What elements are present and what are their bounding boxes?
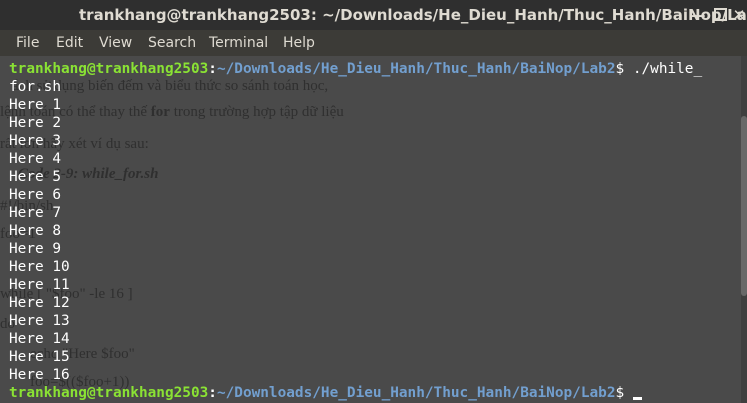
terminal-window: trankhang@trankhang2503: ~/Downloads/He_… <box>0 0 747 403</box>
menu-bar: File Edit View Search Terminal Help <box>0 30 747 56</box>
output-line: Here 15 <box>9 349 70 365</box>
prompt-line[interactable]: trankhang@trankhang2503:~/Downloads/He_D… <box>9 384 642 402</box>
close-icon: ✕ <box>732 6 746 24</box>
command-continuation: for.sh <box>9 79 61 95</box>
scrollbar[interactable] <box>741 56 747 403</box>
output-line: Here 2 <box>9 115 61 131</box>
output-line: Here 14 <box>9 331 70 347</box>
background-document: ách sử dụng biến đếm và biểu thức so sán… <box>0 56 747 403</box>
menu-file[interactable]: File <box>16 35 39 51</box>
title-bar[interactable]: trankhang@trankhang2503: ~/Downloads/He_… <box>0 0 747 30</box>
output-line: Here 16 <box>9 367 70 383</box>
menu-view[interactable]: View <box>99 35 132 51</box>
window-title: trankhang@trankhang2503: ~/Downloads/He_… <box>79 6 747 24</box>
menu-edit[interactable]: Edit <box>56 35 83 51</box>
output-line: Here 4 <box>9 151 61 167</box>
output-line: Here 10 <box>9 259 70 275</box>
output-line: Here 7 <box>9 205 61 221</box>
text-cursor <box>632 397 642 400</box>
output-line: Here 12 <box>9 295 70 311</box>
prompt-line: trankhang@trankhang2503:~/Downloads/He_D… <box>9 61 703 77</box>
output-line: Here 13 <box>9 313 70 329</box>
terminal-area[interactable]: ách sử dụng biến đếm và biểu thức so sán… <box>0 56 747 403</box>
output-line: Here 8 <box>9 223 61 239</box>
maximize-button[interactable] <box>710 5 730 25</box>
menu-terminal[interactable]: Terminal <box>209 35 268 51</box>
output-line: Here 9 <box>9 241 61 257</box>
maximize-icon <box>713 7 727 21</box>
scrollbar-thumb[interactable] <box>741 116 747 296</box>
output-line: Here 5 <box>9 169 61 185</box>
output-line: Here 3 <box>9 133 61 149</box>
output-line: Here 11 <box>9 277 70 293</box>
output-line: Here 6 <box>9 187 61 203</box>
minimize-button[interactable]: — <box>688 5 708 25</box>
menu-help[interactable]: Help <box>283 35 315 51</box>
minimize-icon: — <box>690 6 706 24</box>
menu-search[interactable]: Search <box>148 35 196 51</box>
close-button[interactable]: ✕ <box>729 5 747 25</box>
output-line: Here 1 <box>9 97 61 113</box>
